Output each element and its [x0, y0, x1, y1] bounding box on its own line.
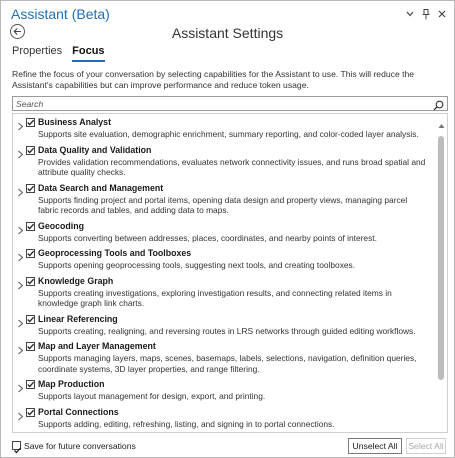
- capability-item: Map and Layer Management Supports managin…: [13, 341, 435, 374]
- assistant-pane: Assistant (Beta) Assistant Settings Prop…: [0, 0, 455, 458]
- close-icon[interactable]: [436, 7, 448, 21]
- capability-title: Portal Connections: [38, 406, 119, 417]
- capability-item: Map Production Supports layout management…: [13, 379, 435, 402]
- capability-checkbox[interactable]: [26, 314, 35, 324]
- capability-title: Business Analyst: [38, 117, 112, 127]
- capability-item: Data Quality and Validation Provides vali…: [13, 145, 435, 178]
- scrollbar-thumb[interactable]: [438, 136, 444, 380]
- capability-description: Supports converting between addresses, p…: [38, 232, 377, 243]
- capability-checkbox[interactable]: [26, 276, 35, 286]
- capability-description: Supports creating investigations, explor…: [38, 287, 392, 309]
- capabilities-items: Business Analyst Supports site evaluation…: [13, 114, 435, 432]
- capability-title: Map and Layer Management: [38, 341, 156, 351]
- expand-arrow-icon[interactable]: [17, 118, 24, 131]
- search-box: [12, 96, 448, 111]
- capability-checkbox[interactable]: [26, 221, 35, 231]
- capability-checkbox[interactable]: [26, 118, 35, 127]
- capability-description: Supports opening geoprocessing tools, su…: [38, 260, 356, 270]
- focus-description: Refine the focus of your conversation by…: [12, 69, 415, 90]
- settings-header: Assistant Settings: [1, 21, 454, 45]
- capability-item: Business Analyst Supports site evaluation…: [13, 117, 435, 140]
- capability-description: Supports site evaluation, demographic en…: [38, 129, 419, 139]
- page-title: Assistant Settings: [171, 25, 284, 41]
- capabilities-list: Business Analyst Supports site evaluation…: [12, 113, 448, 433]
- capability-checkbox[interactable]: [26, 249, 35, 258]
- capability-title: Map Production: [38, 379, 105, 389]
- capability-checkbox[interactable]: [26, 342, 35, 351]
- app-title: Assistant (Beta): [11, 6, 110, 22]
- unselect-all-button[interactable]: Unselect All: [348, 438, 402, 454]
- search-input[interactable]: [16, 98, 426, 109]
- capability-item: Data Search and Management Supports findi…: [13, 183, 435, 216]
- capability-description: Provides validation recommendations, eva…: [38, 156, 426, 178]
- tab-properties[interactable]: Properties: [12, 45, 62, 62]
- expand-arrow-icon[interactable]: [17, 184, 24, 196]
- capability-item: Geocoding Supports converting between add…: [13, 221, 435, 244]
- expand-arrow-icon[interactable]: [17, 277, 24, 289]
- capability-title: Knowledge Graph: [38, 275, 114, 286]
- capability-description: Supports creating, realigning, and rever…: [38, 325, 416, 336]
- capability-item: Linear Referencing Supports creating, rea…: [13, 314, 435, 337]
- save-checkbox[interactable]: [12, 441, 21, 454]
- expand-arrow-icon[interactable]: [17, 222, 24, 234]
- capability-description: Supports adding, editing, refreshing, li…: [38, 418, 335, 429]
- capability-title: Data Search and Management: [38, 182, 164, 193]
- expand-arrow-icon[interactable]: [17, 249, 24, 262]
- capability-title: Linear Referencing: [38, 313, 118, 324]
- expand-arrow-icon[interactable]: [17, 146, 24, 158]
- save-label: Save for future conversations: [24, 441, 136, 451]
- expand-arrow-icon[interactable]: [17, 315, 24, 327]
- scroll-up-arrow-icon[interactable]: [438, 116, 445, 128]
- tab-strip: Properties Focus: [12, 45, 105, 62]
- capability-item: Geoprocessing Tools and Toolboxes Support…: [13, 248, 435, 271]
- chevron-down-icon[interactable]: [404, 7, 416, 21]
- capability-checkbox[interactable]: [26, 407, 35, 417]
- pin-icon[interactable]: [420, 7, 432, 21]
- expand-arrow-icon[interactable]: [17, 342, 24, 355]
- footer-bar: Save for future conversations Unselect A…: [1, 437, 454, 457]
- title-bar-controls: [404, 7, 448, 21]
- select-all-button[interactable]: Select All: [406, 438, 446, 454]
- expand-arrow-icon[interactable]: [17, 408, 24, 420]
- scroll-down-arrow-icon[interactable]: [438, 426, 445, 432]
- search-icon[interactable]: [433, 98, 444, 111]
- capability-item: Portal Connections Supports adding, editi…: [13, 407, 435, 430]
- capability-description: Supports finding project and portal item…: [38, 194, 408, 216]
- capability-title: Data Quality and Validation: [38, 144, 152, 155]
- capability-title: Geocoding: [38, 220, 84, 231]
- scrollbar[interactable]: [437, 116, 446, 432]
- capability-checkbox[interactable]: [26, 145, 35, 155]
- tab-focus[interactable]: Focus: [72, 45, 105, 62]
- capability-description: Supports managing layers, maps, scenes, …: [38, 353, 417, 374]
- capability-title: Geoprocessing Tools and Toolboxes: [38, 248, 192, 258]
- capability-item: Knowledge Graph Supports creating investi…: [13, 276, 435, 309]
- capability-checkbox[interactable]: [26, 380, 35, 389]
- expand-arrow-icon[interactable]: [17, 380, 24, 393]
- capability-description: Supports layout management for design, e…: [38, 391, 266, 401]
- capability-checkbox[interactable]: [26, 183, 35, 193]
